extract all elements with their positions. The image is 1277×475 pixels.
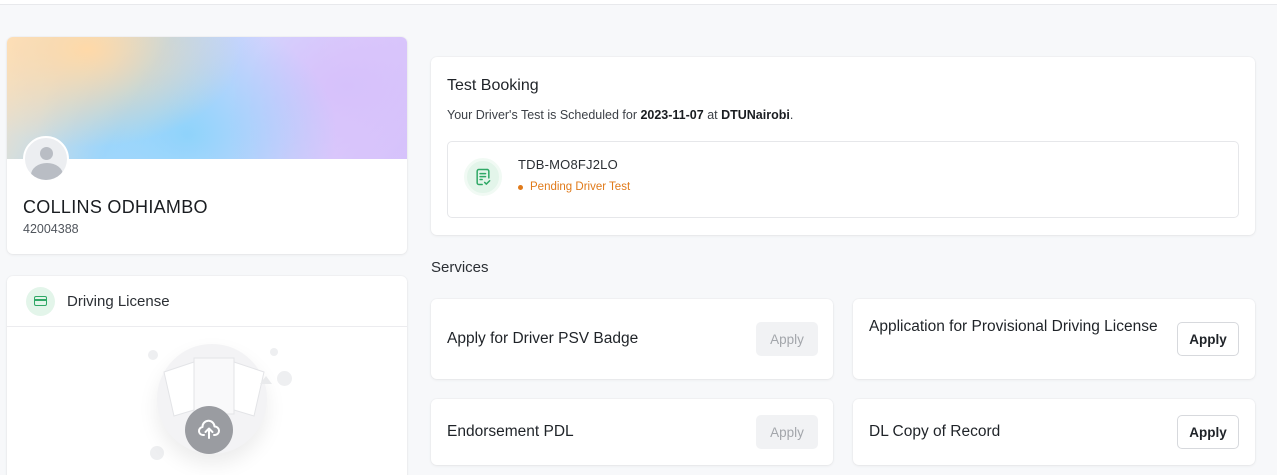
test-booking-title: Test Booking — [447, 77, 539, 94]
upload-illustration — [144, 340, 294, 475]
apply-button[interactable]: Apply — [1177, 415, 1239, 449]
profile-cover — [7, 37, 407, 159]
test-booking-card: Test Booking Your Driver's Test is Sched… — [431, 57, 1255, 235]
apply-button[interactable]: Apply — [756, 415, 818, 449]
service-card-dl-copy-of-record: DL Copy of Record Apply — [853, 399, 1255, 465]
service-card-endorsement-pdl: Endorsement PDL Apply — [431, 399, 833, 465]
document-check-icon — [464, 158, 502, 196]
booking-detail-box[interactable]: TDB-MO8FJ2LO Pending Driver Test — [447, 141, 1239, 218]
driving-license-header: Driving License — [7, 276, 407, 327]
apply-button[interactable]: Apply — [756, 322, 818, 356]
service-label: Application for Provisional Driving Lice… — [869, 318, 1158, 335]
service-label: Endorsement PDL — [447, 423, 574, 440]
service-card-provisional-license: Application for Provisional Driving Lice… — [853, 299, 1255, 379]
top-bar — [0, 0, 1277, 5]
user-avatar-icon — [23, 136, 69, 182]
test-date: 2023-11-07 — [640, 108, 704, 122]
driving-license-title: Driving License — [67, 293, 170, 310]
service-label: DL Copy of Record — [869, 423, 1001, 440]
booking-reference: TDB-MO8FJ2LO — [518, 157, 618, 172]
service-label: Apply for Driver PSV Badge — [447, 330, 639, 347]
upload-arrow-icon[interactable] — [185, 406, 233, 454]
status-dot — [518, 185, 523, 190]
test-booking-description: Your Driver's Test is Scheduled for 2023… — [447, 108, 794, 122]
profile-name: COLLINS ODHIAMBO — [23, 197, 208, 217]
service-card-psv-badge: Apply for Driver PSV Badge Apply — [431, 299, 833, 379]
profile-id-number: 42004388 — [23, 222, 79, 236]
credit-card-icon — [26, 287, 55, 316]
profile-card: COLLINS ODHIAMBO 42004388 — [7, 37, 407, 254]
test-location: DTUNairobi — [721, 108, 790, 122]
apply-button[interactable]: Apply — [1177, 322, 1239, 356]
services-heading: Services — [431, 259, 489, 276]
driving-license-card: Driving License — [7, 276, 407, 475]
status-badge: Pending Driver Test — [530, 181, 631, 193]
